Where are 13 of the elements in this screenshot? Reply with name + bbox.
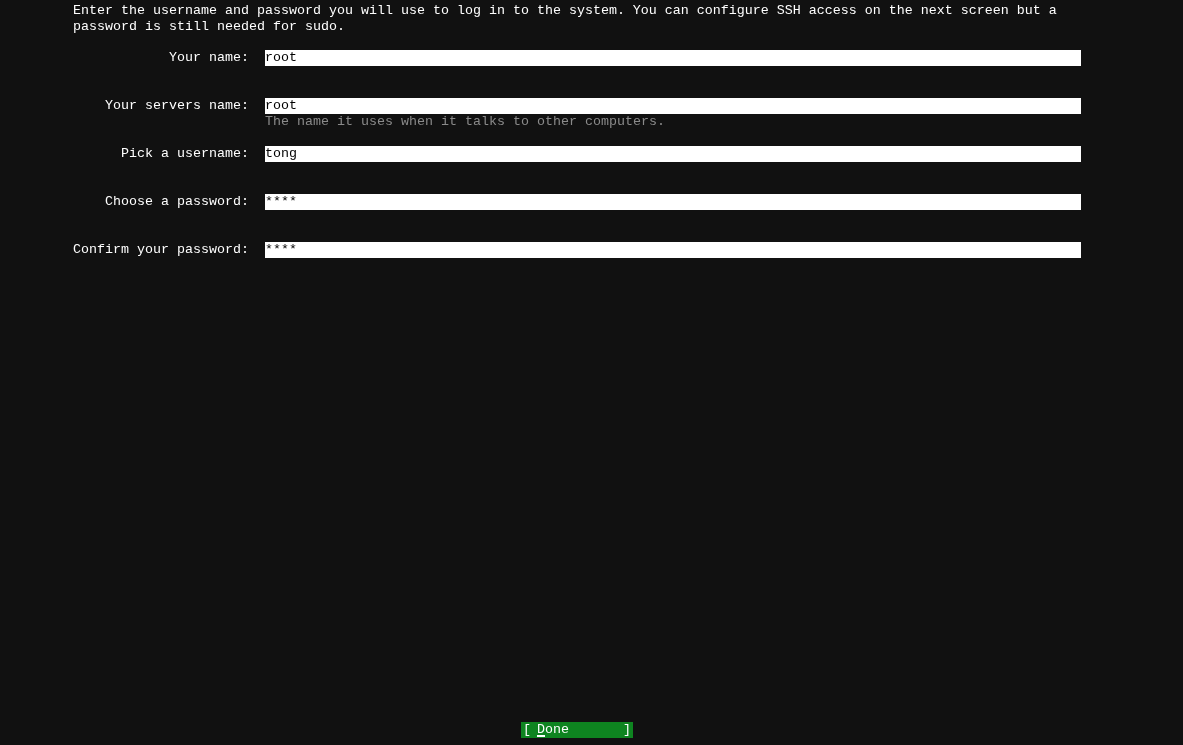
input-field[interactable]: **** <box>265 194 1081 210</box>
field-label: Choose a password: <box>104 194 249 210</box>
input-field[interactable]: root <box>265 98 1081 114</box>
field-label: Pick a username: <box>120 146 249 162</box>
field-label: Your servers name: <box>104 98 249 114</box>
field-label: Confirm your password: <box>73 242 249 258</box>
input-field[interactable]: root <box>265 50 1081 66</box>
field-label: Your name: <box>168 50 249 66</box>
intro-text: Enter the username and password you will use to log in to the system. You can configure SSH access on the next screen but a password is still needed for sudo. <box>73 3 1058 35</box>
hint-text: The name it uses when it talks to other computers. <box>265 114 665 130</box>
input-field[interactable]: tong <box>265 146 1081 162</box>
input-field[interactable]: **** <box>265 242 1081 258</box>
done-button[interactable]: [ Done ] <box>521 722 633 738</box>
